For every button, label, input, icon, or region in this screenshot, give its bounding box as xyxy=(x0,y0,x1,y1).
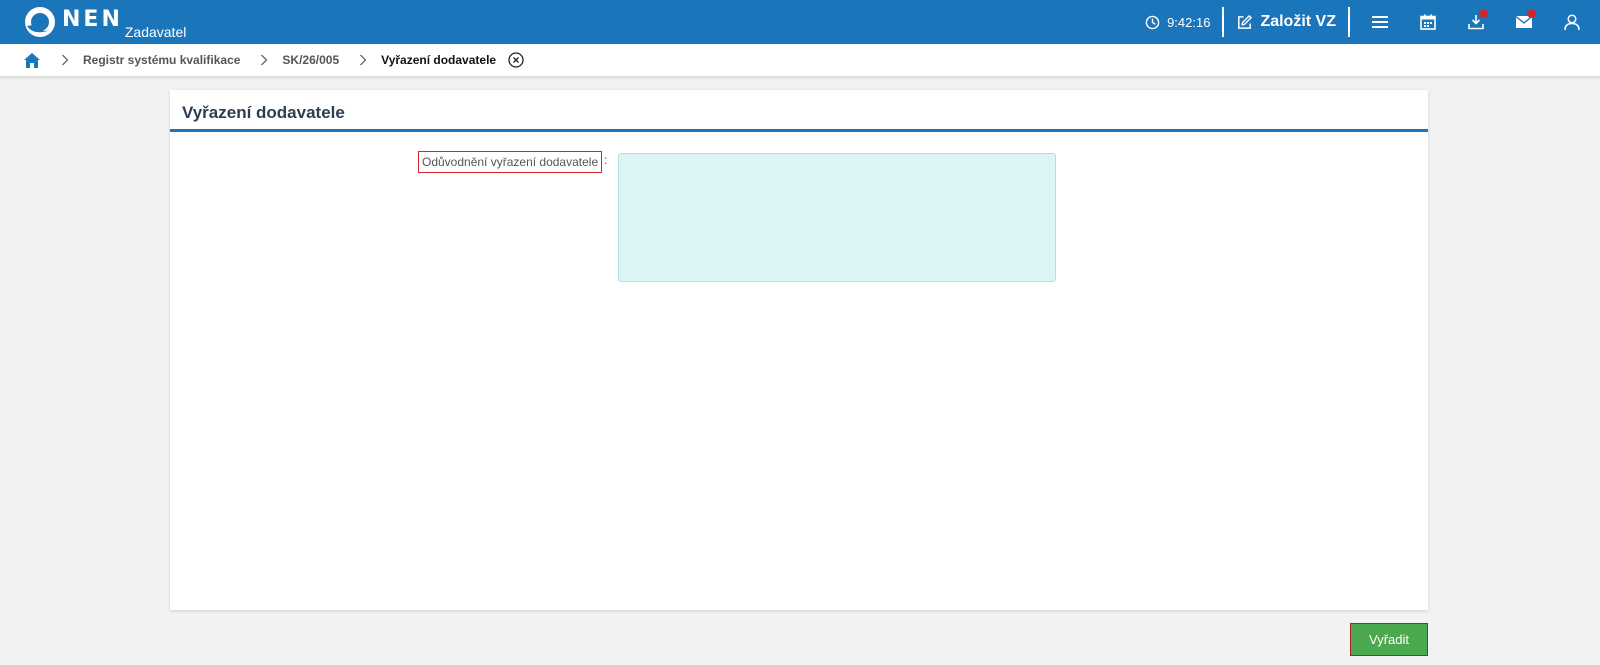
breadcrumb-current: Vyřazení dodavatele xyxy=(381,53,497,67)
chevron-right-icon xyxy=(61,54,69,66)
reason-label-colon: : xyxy=(604,153,608,167)
notification-badge xyxy=(1479,9,1488,18)
exclude-button[interactable]: Vyřadit xyxy=(1350,623,1428,656)
logo-text: NEN xyxy=(62,7,123,32)
logo-subtitle: Zadavatel xyxy=(124,24,187,40)
edit-icon xyxy=(1238,14,1253,29)
page-title: Vyřazení dodavatele xyxy=(182,102,345,122)
logo[interactable]: NEN Zadavatel xyxy=(24,0,186,44)
create-vz-button[interactable]: Založit VZ xyxy=(1224,0,1348,44)
breadcrumb: Registr systému kvalifikace SK/26/005 Vy… xyxy=(0,44,1600,76)
user-button[interactable] xyxy=(1548,0,1596,44)
notification-badge xyxy=(1527,9,1536,18)
chevron-right-icon xyxy=(260,54,268,66)
reason-textarea[interactable] xyxy=(618,153,1056,282)
calendar-icon xyxy=(1420,14,1436,30)
close-tab-button[interactable] xyxy=(508,52,524,68)
menu-button[interactable] xyxy=(1356,0,1404,44)
form-panel: Vyřazení dodavatele Odůvodnění vyřazení … xyxy=(170,90,1428,610)
create-vz-label: Založit VZ xyxy=(1260,13,1336,30)
user-icon xyxy=(1564,14,1580,31)
divider xyxy=(1348,7,1350,37)
nen-logo-icon xyxy=(24,6,56,38)
panel-header: Vyřazení dodavatele xyxy=(170,90,1428,132)
home-link[interactable] xyxy=(23,52,41,69)
downloads-button[interactable] xyxy=(1452,0,1500,44)
calendar-button[interactable] xyxy=(1404,0,1452,44)
reason-label: Odůvodnění vyřazení dodavatele xyxy=(418,151,603,173)
home-icon xyxy=(24,52,40,68)
session-clock: 9:42:16 xyxy=(1145,15,1210,30)
breadcrumb-item[interactable]: Registr systému kvalifikace xyxy=(83,53,240,67)
clock-icon xyxy=(1145,15,1160,29)
breadcrumb-item[interactable]: SK/26/005 xyxy=(282,53,339,67)
top-bar: NEN Zadavatel 9:42:16 Založit VZ xyxy=(0,0,1600,44)
close-circle-icon xyxy=(508,52,524,68)
menu-icon xyxy=(1372,16,1388,28)
chevron-right-icon xyxy=(359,54,367,66)
messages-button[interactable] xyxy=(1500,0,1548,44)
session-time: 9:42:16 xyxy=(1167,14,1211,30)
